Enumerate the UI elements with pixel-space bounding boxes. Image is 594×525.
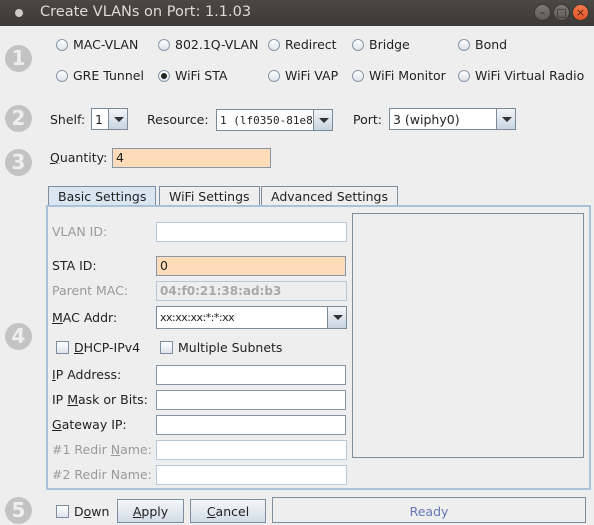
redir2-label: #2 Redir Name: <box>52 467 152 482</box>
radio-indicator <box>458 38 470 51</box>
step-2-badge: 2 <box>5 105 32 132</box>
radio-indicator-selected <box>158 69 170 82</box>
vlan-id-input[interactable] <box>156 222 347 242</box>
mac-addr-select[interactable]: xx:xx:xx:*:*:xx <box>156 306 347 329</box>
parent-mac-label: Parent MAC: <box>52 283 129 298</box>
chevron-down-icon[interactable] <box>108 109 127 129</box>
maximize-button[interactable]: □ <box>553 4 570 21</box>
checkbox-indicator <box>56 341 69 354</box>
dhcp-ipv4-checkbox[interactable]: DHCP-IPv4 <box>56 340 140 355</box>
radio-wifi-sta[interactable]: WiFi STA <box>158 68 227 83</box>
radio-wifi-vap[interactable]: WiFi VAP <box>268 68 338 83</box>
title-bar: Create VLANs on Port: 1.1.03 – □ × <box>0 0 594 26</box>
shelf-select[interactable]: 1 <box>91 108 128 130</box>
cancel-button[interactable]: Cancel <box>190 499 266 523</box>
shelf-label: Shelf: <box>50 112 86 127</box>
radio-redirect[interactable]: Redirect <box>268 37 337 52</box>
checkbox-indicator <box>160 341 173 354</box>
mac-addr-label: MAC Addr: <box>52 310 118 325</box>
minimize-button[interactable]: – <box>534 4 551 21</box>
apply-button[interactable]: Apply <box>117 499 184 523</box>
checkbox-indicator <box>56 505 69 518</box>
radio-indicator <box>352 38 364 51</box>
radio-mac-vlan[interactable]: MAC-VLAN <box>56 37 138 52</box>
parent-mac-field: 04:f0:21:38:ad:b3 <box>156 281 347 301</box>
radio-indicator <box>458 69 470 82</box>
redir1-label: #1 Redir Name: <box>52 442 152 457</box>
radio-wifi-monitor[interactable]: WiFi Monitor <box>352 68 446 83</box>
gateway-ip-label: Gateway IP: <box>52 417 127 432</box>
tab-advanced-settings[interactable]: Advanced Settings <box>261 186 398 206</box>
radio-indicator <box>158 38 170 51</box>
radio-indicator <box>352 69 364 82</box>
chevron-down-icon[interactable] <box>496 109 515 129</box>
port-label: Port: <box>353 112 382 127</box>
ip-address-input[interactable] <box>156 365 346 385</box>
chevron-down-icon[interactable] <box>313 110 332 130</box>
ip-address-label: IP Address: <box>52 367 122 382</box>
window-menu-icon[interactable] <box>15 9 23 17</box>
sta-id-label: STA ID: <box>52 258 97 273</box>
ip-mask-input[interactable] <box>156 390 346 410</box>
radio-indicator <box>56 38 68 51</box>
gateway-ip-input[interactable] <box>156 415 346 435</box>
info-panel <box>352 213 584 458</box>
close-button[interactable]: × <box>572 4 589 21</box>
redir1-input[interactable] <box>156 440 347 460</box>
radio-wifi-virtual-radio[interactable]: WiFi Virtual Radio <box>458 68 584 83</box>
radio-indicator <box>56 69 68 82</box>
step-5-badge: 5 <box>5 497 32 524</box>
radio-indicator <box>268 69 280 82</box>
step-4-badge: 4 <box>5 323 32 350</box>
ip-mask-label: IP Mask or Bits: <box>52 392 148 407</box>
resource-label: Resource: <box>147 112 209 127</box>
tab-wifi-settings[interactable]: WiFi Settings <box>159 186 260 206</box>
chevron-down-icon[interactable] <box>327 307 346 328</box>
multiple-subnets-checkbox[interactable]: Multiple Subnets <box>160 340 282 355</box>
tab-basic-settings[interactable]: Basic Settings <box>48 186 157 206</box>
port-select[interactable]: 3 (wiphy0) <box>389 108 516 130</box>
status-bar: Ready <box>272 497 586 523</box>
window-title: Create VLANs on Port: 1.1.03 <box>40 4 252 20</box>
redir2-input[interactable] <box>156 465 347 485</box>
radio-8021q-vlan[interactable]: 802.1Q-VLAN <box>158 37 258 52</box>
down-checkbox[interactable]: Down <box>56 504 109 519</box>
quantity-label: Quantity: <box>50 150 108 165</box>
quantity-input[interactable]: 4 <box>112 148 271 168</box>
step-1-badge: 1 <box>5 45 32 72</box>
resource-select[interactable]: 1 (lf0350-81e8) <box>216 109 333 131</box>
radio-indicator <box>268 38 280 51</box>
sta-id-input[interactable]: 0 <box>156 256 346 276</box>
radio-bond[interactable]: Bond <box>458 37 507 52</box>
vlan-id-label: VLAN ID: <box>52 224 108 239</box>
step-3-badge: 3 <box>5 149 32 176</box>
radio-gre-tunnel[interactable]: GRE Tunnel <box>56 68 144 83</box>
radio-bridge[interactable]: Bridge <box>352 37 410 52</box>
